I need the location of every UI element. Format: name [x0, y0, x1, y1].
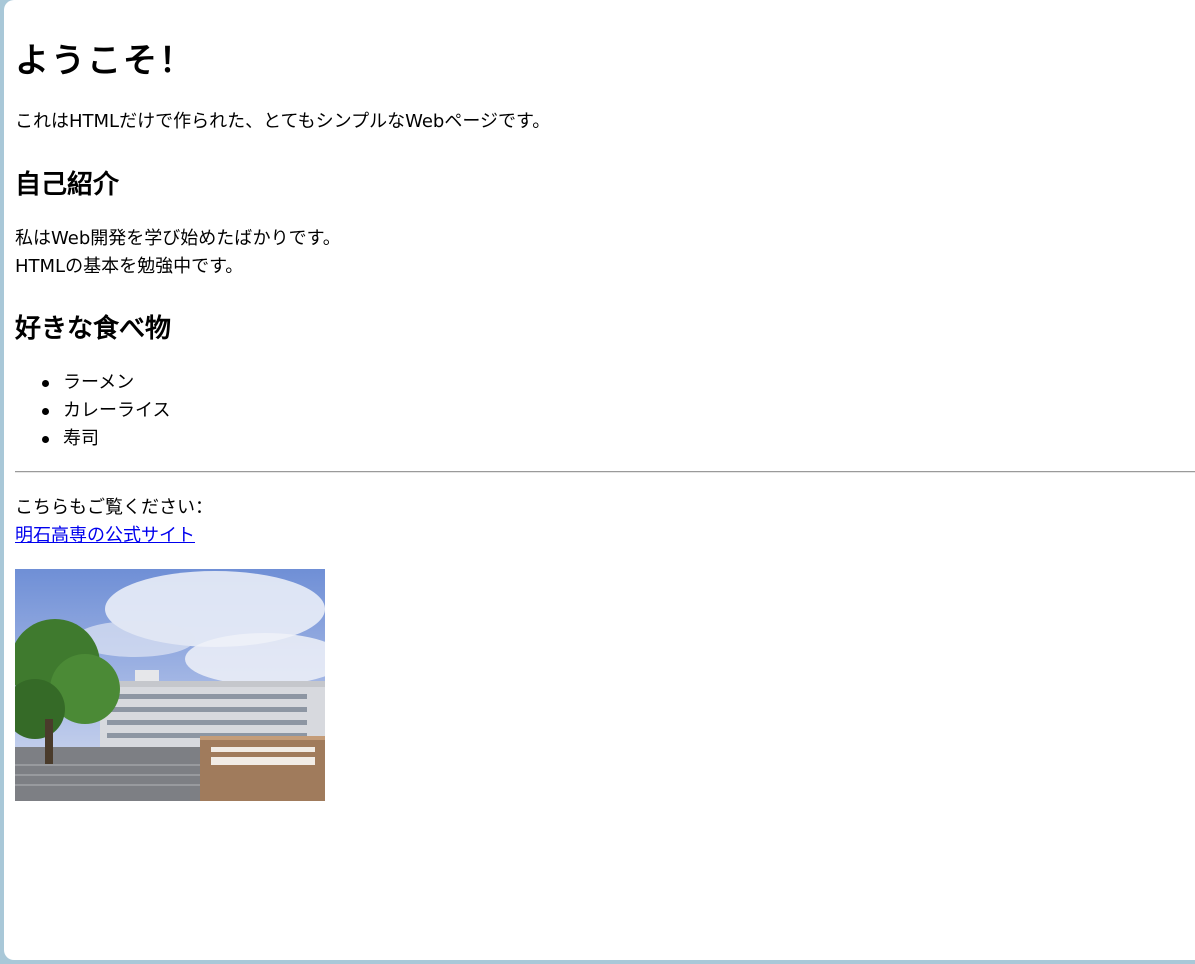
school-site-link[interactable]: 明石高専の公式サイト [15, 522, 195, 550]
bullet-icon [42, 408, 49, 415]
browser-viewport: ようこそ！ これはHTMLだけで作られた、とてもシンプルなWebページです。 自… [4, 0, 1195, 960]
intro-text: これはHTMLだけで作られた、とてもシンプルなWebページです。 [15, 111, 551, 132]
campus-photo [15, 569, 325, 801]
bullet-icon [42, 436, 49, 443]
bullet-icon [42, 380, 49, 387]
about-line-1: 私はWeb開発を学び始めたばかりです。 [15, 228, 341, 249]
links-lead-text: こちらもご覧ください： [15, 497, 213, 518]
list-item-label: 寿司 [63, 428, 99, 449]
favorites-list: ラーメン カレーライス 寿司 [15, 369, 170, 453]
list-item: ラーメン [15, 369, 170, 397]
list-item: 寿司 [15, 425, 170, 453]
about-line-2: HTMLの基本を勉強中です。 [15, 256, 244, 277]
about-heading: 自己紹介 [15, 170, 120, 200]
page-title: ようこそ！ [15, 41, 195, 81]
favorites-heading: 好きな食べ物 [15, 314, 172, 344]
list-item: カレーライス [15, 397, 170, 425]
list-item-label: ラーメン [63, 372, 135, 393]
horizontal-rule [15, 471, 1195, 473]
list-item-label: カレーライス [63, 400, 171, 421]
